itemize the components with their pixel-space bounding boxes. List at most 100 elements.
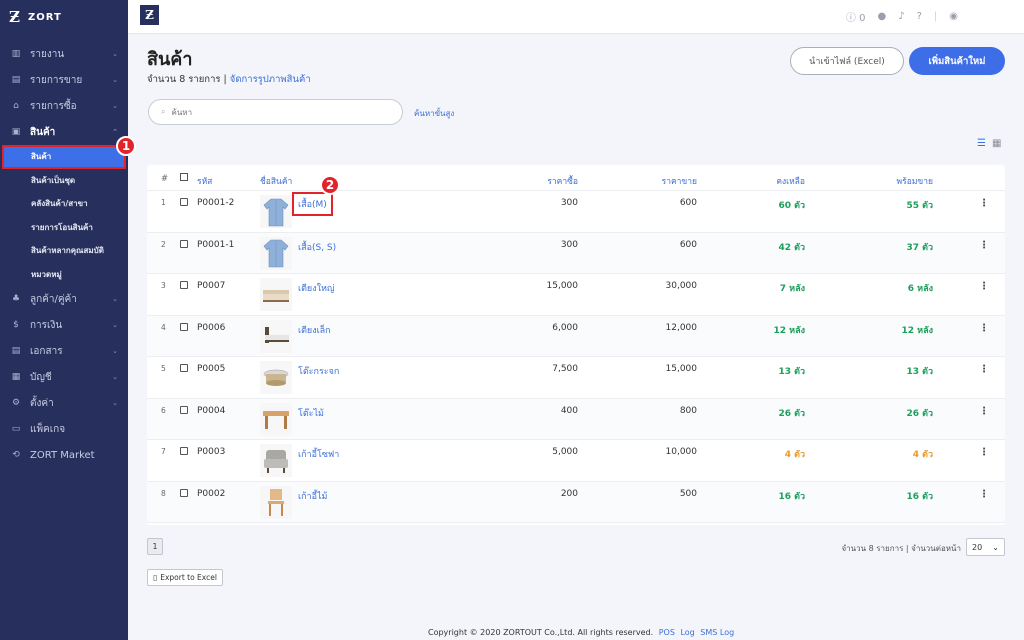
row-number: 1 [161, 198, 166, 207]
sidebar-item-market[interactable]: ⟲ ZORT Market [0, 442, 128, 468]
row-checkbox[interactable] [180, 364, 188, 372]
header-available[interactable]: พร้อมขาย [897, 174, 933, 188]
product-name-link[interactable]: โต๊ะกระจก [298, 364, 339, 378]
row-menu-icon[interactable]: ⋮ [979, 198, 989, 209]
sidebar-item-document[interactable]: ▤ เอกสาร ⌄ [0, 338, 128, 364]
search-box[interactable]: ⌕ [148, 99, 403, 125]
table-header: # รหัส ชื่อสินค้า ราคาซื้อ ราคาขาย คงเหล… [147, 165, 1005, 191]
header-num: # [161, 174, 169, 184]
row-menu-icon[interactable]: ⋮ [979, 323, 989, 334]
row-menu-icon[interactable]: ⋮ [979, 364, 989, 375]
chevron-icon: ⌄ [112, 76, 118, 84]
table-row[interactable]: 3 P0007 เตียงใหญ่ 15,000 30,000 7 หลัง 6 หลัง ⋮ [147, 274, 1005, 316]
row-menu-icon[interactable]: ⋮ [979, 281, 989, 292]
brand[interactable]: Ƶ ZORT [0, 0, 128, 34]
help-icon[interactable]: ? [917, 11, 922, 22]
bell-icon[interactable]: ♪ [898, 11, 904, 22]
sidebar-item-users[interactable]: ♣ ลูกค้า/คู่ค้า ⌄ [0, 286, 128, 312]
row-menu-icon[interactable]: ⋮ [979, 489, 989, 500]
manage-images-link[interactable]: จัดการรูปภาพสินค้า [230, 74, 311, 85]
shirt-thumb [260, 195, 292, 228]
buy-price: 400 [560, 405, 578, 416]
topbar-logo-icon[interactable]: Ƶ [140, 5, 159, 25]
coin-icon[interactable]: ⓘ 0 [846, 9, 866, 24]
header-name[interactable]: ชื่อสินค้า [260, 174, 292, 188]
row-menu-icon[interactable]: ⋮ [979, 447, 989, 458]
row-checkbox[interactable] [180, 405, 188, 414]
subnav-item[interactable]: หมวดหมู่ [0, 263, 128, 287]
search-input[interactable] [171, 107, 372, 117]
table-row[interactable]: 4 P0006 เตียงเล็ก 6,000 12,000 12 หลัง 12 หลัง… [147, 315, 1005, 357]
product-name-link[interactable]: โต๊ะไม้ [298, 406, 324, 420]
row-checkbox[interactable] [180, 488, 188, 497]
available-qty: 37 ตัว [906, 242, 933, 253]
subnav-item[interactable]: สินค้า [2, 145, 126, 169]
product-name-link[interactable]: เตียงเล็ก [298, 323, 331, 337]
select-all-checkbox[interactable] [180, 173, 188, 181]
sidebar-item-clipboard[interactable]: ▤ รายการขาย ⌄ [0, 67, 128, 93]
sidebar-item-box[interactable]: ▣ สินค้า ⌃ [0, 119, 128, 145]
row-checkbox[interactable] [180, 281, 188, 289]
row-menu-icon[interactable]: ⋮ [979, 240, 989, 251]
header-buy-price[interactable]: ราคาซื้อ [547, 174, 578, 188]
available-qty: 6 หลัง [907, 284, 933, 294]
footer-link-sms-log[interactable]: SMS Log [700, 628, 734, 637]
sidebar-item-label: บัญชี [30, 371, 52, 383]
subnav-item[interactable]: รายการโอนสินค้า [0, 216, 128, 240]
sidebar-item-basket[interactable]: ⌂ รายการซื้อ ⌄ [0, 93, 128, 119]
footer-link-log[interactable]: Log [680, 628, 694, 637]
product-code: P0001-1 [197, 239, 235, 250]
chevron-icon: ⌄ [112, 102, 118, 110]
sidebar-item-money[interactable]: $ การเงิน ⌄ [0, 312, 128, 338]
row-menu-icon[interactable]: ⋮ [979, 406, 989, 417]
header-stock[interactable]: คงเหลือ [776, 174, 805, 188]
users-icon: ♣ [11, 294, 21, 304]
subnav-item[interactable]: สินค้าหลากคุณสมบัติ [0, 239, 128, 263]
row-checkbox[interactable] [180, 322, 188, 331]
grid-view-icon[interactable]: ▦ [992, 138, 1001, 149]
subnav-item[interactable]: สินค้าเป็นชุด [0, 169, 128, 193]
list-view-icon[interactable]: ☰ [977, 138, 986, 149]
advanced-search-link[interactable]: ค้นหาขั้นสูง [414, 107, 454, 120]
table-row[interactable]: 5 P0005 โต๊ะกระจก 7,500 15,000 13 ตัว 13 ตัว ⋮ [147, 357, 1005, 399]
ledger-icon: ▦ [11, 372, 21, 382]
sidebar-item-label: ตั้งค่า [30, 397, 54, 409]
table-row[interactable]: 7 P0003 เก้าอี้โซฟา 5,000 10,000 4 ตัว 4 ตัว ⋮ [147, 440, 1005, 482]
stock-qty: 7 หลัง [779, 284, 805, 294]
user-icon[interactable]: ● [877, 11, 886, 22]
money-icon: $ [13, 320, 19, 330]
row-checkbox[interactable] [180, 447, 188, 455]
table-row[interactable]: 2 P0001-1 เสื้อ(S, S) 300 600 42 ตัว 37 ตัว ⋮ [147, 232, 1005, 274]
product-name-link[interactable]: เก้าอี้ไม้ [298, 489, 327, 503]
product-name-link[interactable]: เก้าอี้โซฟา [298, 447, 339, 461]
wood-table-thumb [260, 402, 292, 436]
table-row[interactable]: 6 P0004 โต๊ะไม้ 400 800 26 ตัว 26 ตัว ⋮ [147, 398, 1005, 440]
table-row[interactable]: 8 P0002 เก้าอี้ไม้ 200 500 16 ตัว 16 ตัว ⋮ [147, 481, 1005, 523]
page-1-button[interactable]: 1 [147, 538, 163, 555]
add-product-button[interactable]: เพิ่มสินค้าใหม่ [909, 47, 1005, 75]
header-sell-price[interactable]: ราคาขาย [662, 174, 697, 188]
import-excel-button[interactable]: นำเข้าไฟล์ (Excel) [790, 47, 904, 75]
product-name-link[interactable]: เสื้อ(S, S) [298, 240, 336, 254]
sidebar-item-chart[interactable]: ▥ รายงาน ⌄ [0, 41, 128, 67]
header-code[interactable]: รหัส [197, 174, 212, 188]
topbar-icons: ⓘ 0 ● ♪ ? | ◉ [846, 9, 958, 24]
table-row[interactable]: 1 P0001-2 เสื้อ(M) 300 600 60 ตัว 55 ตัว ⋮ [147, 191, 1005, 233]
chevron-icon: ⌄ [112, 295, 118, 303]
available-qty: 12 หลัง [901, 325, 934, 336]
product-name-link[interactable]: เตียงใหญ่ [298, 281, 335, 295]
sidebar-item-gear[interactable]: ⚙ ตั้งค่า ⌄ [0, 390, 128, 416]
annotation-badge-2: 2 [320, 175, 340, 195]
export-excel-button[interactable]: ▯ Export to Excel [147, 569, 223, 586]
account-icon[interactable]: ◉ [949, 11, 958, 22]
sidebar-item-ledger[interactable]: ▦ บัญชี ⌄ [0, 364, 128, 390]
footer-link-pos[interactable]: POS [659, 628, 675, 637]
row-checkbox[interactable] [180, 198, 188, 206]
product-name-link[interactable]: เสื้อ(M) [292, 192, 333, 216]
row-number: 7 [161, 447, 166, 456]
chevron-down-icon: ⌄ [992, 542, 999, 552]
subnav-item[interactable]: คลังสินค้า/สาขา [0, 192, 128, 216]
row-checkbox[interactable] [180, 239, 188, 248]
per-page-select[interactable]: 20 ⌄ [966, 538, 1005, 556]
sidebar-item-package[interactable]: ▭ แพ็คเกจ [0, 416, 128, 442]
